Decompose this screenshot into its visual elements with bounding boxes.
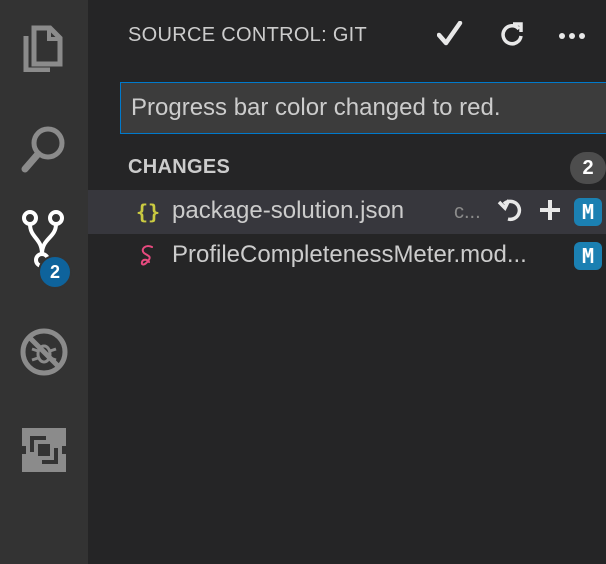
commit-checkmark-icon [436,20,463,52]
refresh-icon [499,21,525,52]
stage-changes-button[interactable] [534,196,566,228]
debug-button[interactable] [0,312,88,392]
debug-icon [19,327,69,377]
commit-button[interactable] [430,16,470,56]
discard-changes-button[interactable] [494,196,526,228]
extensions-icon [20,426,68,474]
file-name: ProfileCompletenessMeter.mod... [172,241,527,268]
commit-message-input[interactable] [121,83,606,133]
discard-icon [497,197,523,228]
sass-icon [134,242,162,270]
modified-badge: M [574,242,602,270]
panel-title: SOURCE CONTROL: GIT [128,24,368,46]
search-button[interactable] [0,110,88,190]
activity-bar: 2 [0,0,88,564]
plus-icon [539,199,561,226]
more-actions-button[interactable] [552,16,592,56]
commit-message-box [120,82,606,134]
source-control-badge: 2 [38,255,72,289]
file-name: package-solution.json [172,197,405,224]
vscode-window: 2 SOURCE CONTROL: GIT Progress bar color… [0,0,606,564]
change-row[interactable]: ProfileCompletenessMeter.mod... M [88,234,606,278]
svg-text:{}: {} [136,200,160,224]
json-braces-icon: {} [134,198,162,226]
refresh-button[interactable] [492,16,532,56]
modified-badge: M [574,198,602,226]
extensions-button[interactable] [0,410,88,490]
changes-count-badge: 2 [570,152,606,184]
change-row[interactable]: {} package-solution.json c... M [88,190,606,234]
explorer-icon [22,24,66,72]
file-path: c... [454,201,481,223]
more-actions-icon [559,27,585,45]
source-control-panel: SOURCE CONTROL: GIT Progress bar color c… [88,0,606,564]
search-icon [20,125,68,175]
changes-header[interactable]: CHANGES [128,156,230,179]
explorer-button[interactable] [0,8,88,88]
